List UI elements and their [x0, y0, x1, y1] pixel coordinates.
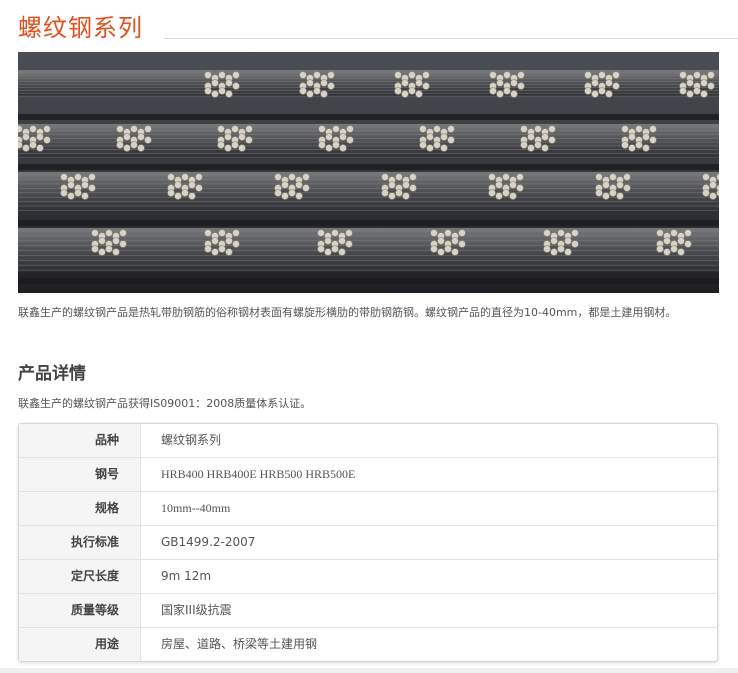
spec-label: 钢号 — [19, 458, 141, 491]
rebar-illustration — [18, 52, 719, 293]
spec-value: 螺纹钢系列 — [161, 433, 222, 447]
spec-value: 房屋、道路、桥梁等土建用钢 — [161, 637, 318, 651]
spec-table: 品种 螺纹钢系列 钢号 HRB400 HRB400E HRB500 HRB500… — [18, 423, 718, 662]
spec-label: 用途 — [19, 628, 141, 661]
title-divider — [164, 38, 738, 39]
certification-text: 联鑫生产的螺纹钢产品获得IS09001：2008质量体系认证。 — [18, 397, 312, 410]
page-title: 螺纹钢系列 — [18, 14, 143, 42]
spec-label: 质量等级 — [19, 594, 141, 627]
spec-value: GB1499.2-2007 — [161, 535, 256, 549]
page-header: 螺纹钢系列 — [0, 0, 738, 44]
section-title-details: 产品详情 — [18, 364, 86, 384]
spec-row-length: 定尺长度 9m 12m — [19, 560, 717, 594]
spec-row-size: 规格 10mm--40mm — [19, 492, 717, 526]
footer-divider — [0, 668, 738, 673]
rebar-bundles-photo — [18, 52, 719, 293]
spec-value: 国家III级抗震 — [161, 603, 232, 617]
spec-row-quality: 质量等级 国家III级抗震 — [19, 594, 717, 628]
spec-value: HRB400 HRB400E HRB500 HRB500E — [161, 467, 356, 481]
product-intro-text: 联鑫生产的螺纹钢产品是热轧带肋钢筋的俗称钢材表面有螺旋形横肋的带肋钢筋钢。螺纹钢… — [18, 306, 677, 319]
spec-label: 规格 — [19, 492, 141, 525]
spec-row-standard: 执行标准 GB1499.2-2007 — [19, 526, 717, 560]
spec-row-grade: 钢号 HRB400 HRB400E HRB500 HRB500E — [19, 458, 717, 492]
spec-row-usage: 用途 房屋、道路、桥梁等土建用钢 — [19, 628, 717, 661]
spec-label: 品种 — [19, 424, 141, 457]
spec-value: 9m 12m — [161, 569, 212, 583]
spec-value: 10mm--40mm — [161, 501, 231, 515]
spec-label: 执行标准 — [19, 526, 141, 559]
spec-label: 定尺长度 — [19, 560, 141, 593]
spec-row-variety: 品种 螺纹钢系列 — [19, 424, 717, 458]
